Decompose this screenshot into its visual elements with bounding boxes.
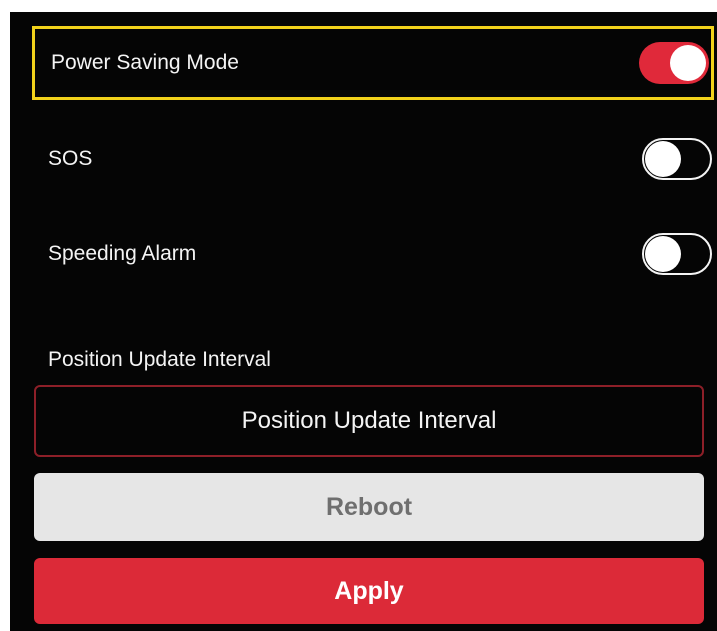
position-update-interval-button[interactable]: Position Update Interval: [34, 385, 704, 457]
sos-label: SOS: [48, 147, 93, 170]
sos-toggle[interactable]: [642, 138, 712, 180]
sos-row[interactable]: SOS: [32, 122, 714, 196]
power-saving-toggle[interactable]: [639, 42, 709, 84]
reboot-button[interactable]: Reboot: [34, 473, 704, 541]
settings-panel: Power Saving Mode SOS Speeding Alarm Pos…: [10, 12, 717, 631]
toggle-knob: [645, 236, 681, 272]
speeding-alarm-row[interactable]: Speeding Alarm: [32, 217, 714, 291]
power-saving-label: Power Saving Mode: [51, 51, 239, 74]
speeding-alarm-toggle[interactable]: [642, 233, 712, 275]
toggle-knob: [670, 45, 706, 81]
toggle-knob: [645, 141, 681, 177]
apply-button[interactable]: Apply: [34, 558, 704, 624]
position-update-section-label: Position Update Interval: [48, 348, 271, 371]
power-saving-row[interactable]: Power Saving Mode: [32, 26, 714, 100]
speeding-alarm-label: Speeding Alarm: [48, 242, 197, 265]
